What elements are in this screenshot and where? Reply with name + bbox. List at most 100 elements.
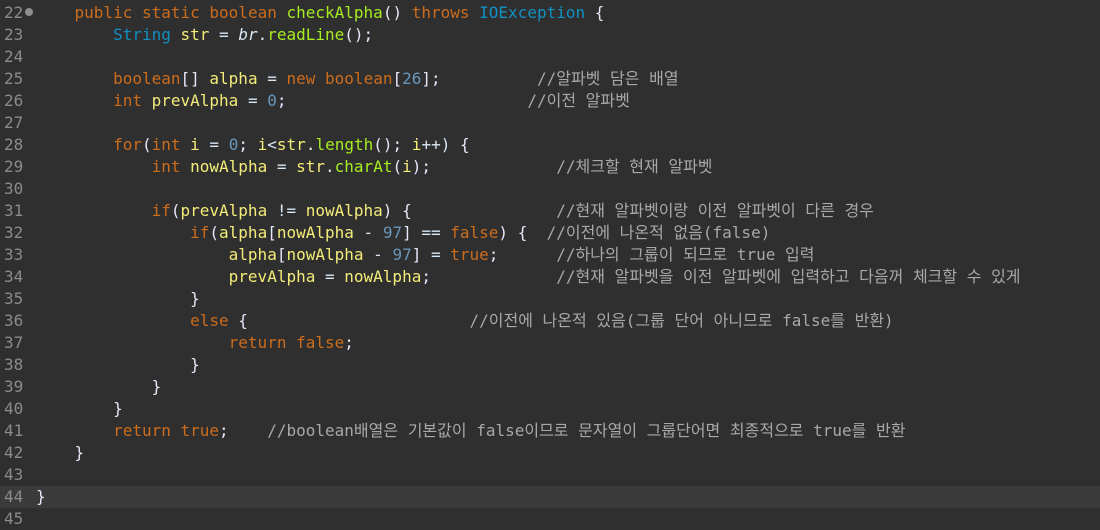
number-token: 26 [402,69,422,88]
code-text: } [36,288,200,310]
code-line[interactable]: 36 else { //이전에 나온적 있음(그룹 단어 아니므로 false를… [0,310,1100,332]
code-text: else { //이전에 나온적 있음(그룹 단어 아니므로 false를 반환… [36,310,894,332]
type-token: String [113,25,171,44]
code-line[interactable]: 40 } [0,398,1100,420]
code-line[interactable]: 34 prevAlpha = nowAlpha; //현재 알파벳을 이전 알파… [0,266,1100,288]
variable-token: str [180,25,210,44]
code-line[interactable]: 23 String str = br.readLine(); [0,24,1100,46]
code-text: } [36,486,46,508]
code-text: if(prevAlpha != nowAlpha) { //현재 알파벳이랑 이… [36,200,874,222]
code-line[interactable]: 42 } [0,442,1100,464]
keyword-token: static [141,3,200,22]
line-number: 42 [4,443,24,462]
line-number: 24 [4,47,24,66]
code-line[interactable]: 45 [0,508,1100,530]
keyword-token: new [286,69,316,88]
variable-token: alpha [209,69,258,88]
code-line[interactable]: 43 [0,464,1100,486]
code-line[interactable]: 26 int prevAlpha = 0; //이전 알파벳 [0,90,1100,112]
code-line[interactable]: 25 boolean[] alpha = new boolean[26]; //… [0,68,1100,90]
keyword-token: if [151,201,171,220]
code-line[interactable]: 33 alpha[nowAlpha - 97] = true; //하나의 그룹… [0,244,1100,266]
code-text: prevAlpha = nowAlpha; //현재 알파벳을 이전 알파벳에 … [36,266,1021,288]
code-line[interactable]: 37 return false; [0,332,1100,354]
keyword-token: return [113,421,171,440]
comment-token: //boolean배열은 기본값이 false이므로 문자열이 그룹단어면 최종… [267,421,906,440]
number-token: 97 [382,223,403,242]
code-line[interactable]: 41 return true; //boolean배열은 기본값이 false이… [0,420,1100,442]
punctuation-token: } [190,289,200,308]
code-line[interactable]: 32 if(alpha[nowAlpha - 97] == false) { /… [0,222,1100,244]
code-line[interactable]: 27 [0,112,1100,134]
line-number: 37 [4,333,24,352]
code-text: } [36,376,162,398]
plain-token: != [267,201,306,220]
keyword-token: public [74,3,133,22]
code-line[interactable]: 30 [0,178,1100,200]
keyword-token: boolean [209,3,277,22]
variable-token: prevAlpha [151,91,239,110]
code-line[interactable]: 38 } [0,354,1100,376]
code-line[interactable]: 35 } [0,288,1100,310]
comment-token: //현재 알파벳이랑 이전 알파벳이 다른 경우 [556,201,874,220]
plain-token: - [363,245,393,264]
code-line[interactable]: 24 [0,46,1100,68]
punctuation-token: ; [421,267,431,286]
field-token: br [238,25,258,44]
punctuation-token: ( [392,157,403,176]
variable-token: prevAlpha [180,201,268,220]
keyword-token: throws [411,3,470,22]
punctuation-token: } [36,487,46,506]
fold-toggle-icon[interactable] [25,8,33,16]
method-token: checkAlpha [286,3,383,22]
code-line[interactable]: 31 if(prevAlpha != nowAlpha) { //현재 알파벳이… [0,200,1100,222]
variable-token: nowAlpha [344,267,422,286]
code-text: boolean[] alpha = new boolean[26]; //알파벳… [36,68,678,90]
code-line[interactable]: 28 for(int i = 0; i<str.length(); i++) { [0,134,1100,156]
keyword-token: for [113,135,142,154]
plain-token: = [315,267,345,286]
line-number: 32 [4,223,24,242]
line-number: 34 [4,267,24,286]
code-editor[interactable]: 22 public static boolean checkAlpha() th… [0,0,1100,528]
keyword-token: false [296,333,345,352]
plain-token: = [421,245,451,264]
variable-token: str [296,157,326,176]
punctuation-token: { [402,201,412,220]
punctuation-token: } [113,399,123,418]
code-line[interactable]: 22 public static boolean checkAlpha() th… [0,2,1100,24]
code-line[interactable]: 44} [0,486,1100,508]
code-text: alpha[nowAlpha - 97] = true; //하나의 그룹이 되… [36,244,815,266]
line-number: 29 [4,157,24,176]
code-line[interactable]: 29 int nowAlpha = str.charAt(i); //체크할 현… [0,156,1100,178]
line-number: 28 [4,135,24,154]
punctuation-token: [] [180,69,200,88]
number-token: 0 [267,91,277,110]
code-text: } [36,398,123,420]
keyword-token: int [151,135,181,154]
line-number: 41 [4,421,24,440]
code-text: int prevAlpha = 0; //이전 알파벳 [36,90,630,112]
code-text: int nowAlpha = str.charAt(i); //체크할 현재 알… [36,156,713,178]
punctuation-token: ( [170,201,181,220]
plain-token: = [238,91,268,110]
code-line[interactable]: 39 } [0,376,1100,398]
variable-token: alpha [228,245,277,264]
